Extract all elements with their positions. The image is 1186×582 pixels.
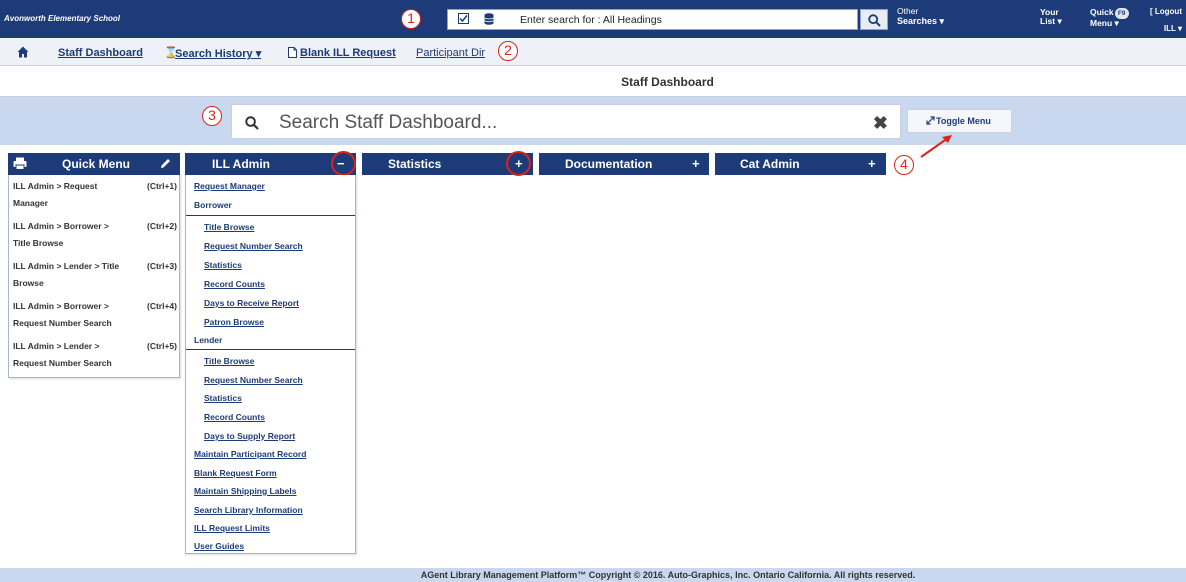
annotation-4: 4 [894, 155, 914, 175]
quick-menu-line2: Menu ▾ [1090, 18, 1119, 28]
link-patron-browse[interactable]: Patron Browse [204, 317, 264, 327]
nav-bar: Staff Dashboard ⌛ Search History ▾ Blank… [0, 38, 1186, 66]
top-bar: Avonworth Elementary School Enter search… [0, 0, 1186, 38]
print-icon[interactable] [13, 157, 27, 170]
shortcut-label: (Ctrl+4) [147, 301, 177, 311]
link-days-to-supply-report[interactable]: Days to Supply Report [204, 431, 295, 441]
divider [186, 349, 355, 350]
link-lender-request-number-search[interactable]: Request Number Search [204, 375, 303, 385]
logout-link[interactable]: [ Logout [1150, 3, 1182, 20]
divider [186, 215, 355, 216]
documentation-title: Documentation [565, 157, 653, 171]
nav-staff-dashboard[interactable]: Staff Dashboard [58, 47, 143, 59]
link-maintain-shipping-labels[interactable]: Maintain Shipping Labels [194, 486, 296, 496]
annotation-1: 1 [401, 9, 421, 29]
quick-menu-item-line2: Browse [13, 278, 44, 288]
quick-menu-item-line2: Request Number Search [13, 358, 112, 368]
nav-search-history[interactable]: Search History ▾ [175, 47, 261, 60]
staff-search-placeholder: Search Staff Dashboard... [279, 112, 498, 133]
link-maintain-participant-record[interactable]: Maintain Participant Record [194, 449, 306, 459]
edit-pencil-icon[interactable] [160, 158, 171, 169]
statistics-title: Statistics [388, 157, 442, 171]
quick-menu-item-line2: Title Browse [13, 238, 64, 248]
quick-menu-item[interactable]: ILL Admin > Request Manager (Ctrl+1) [13, 178, 177, 212]
link-borrower-statistics[interactable]: Statistics [204, 260, 242, 270]
search-icon [245, 116, 259, 130]
main-search-input[interactable]: Enter search for : All Headings [447, 9, 858, 30]
quick-menu-item-line2: Request Number Search [13, 318, 112, 328]
toggle-menu-label: Toggle Menu [936, 116, 991, 126]
nav-participant-dir[interactable]: Participant Dir [416, 47, 485, 59]
cat-admin-title: Cat Admin [740, 157, 800, 171]
link-borrower-request-number-search[interactable]: Request Number Search [204, 241, 303, 251]
your-list-line2: List ▾ [1040, 16, 1062, 26]
staff-search-input[interactable]: Search Staff Dashboard... ✖ [231, 104, 901, 139]
annotation-arrow [920, 135, 952, 158]
section-borrower: Borrower [194, 200, 232, 210]
quick-menu-item[interactable]: ILL Admin > Lender > Title Browse (Ctrl+… [13, 258, 177, 292]
documentation-header[interactable]: Documentation + [539, 153, 709, 175]
quick-menu-item[interactable]: ILL Admin > Borrower > Title Browse (Ctr… [13, 218, 177, 252]
link-borrower-title-browse[interactable]: Title Browse [204, 222, 254, 232]
annotation-circle-collapse [331, 151, 356, 176]
other-searches-menu[interactable]: Other Searches ▾ [897, 6, 944, 26]
other-searches-line2: Searches ▾ [897, 16, 945, 26]
nav-blank-ill-request[interactable]: Blank ILL Request [300, 47, 396, 59]
main-search-placeholder: Enter search for : All Headings [520, 14, 662, 26]
shortcut-label: (Ctrl+1) [147, 181, 177, 191]
link-days-to-receive-report[interactable]: Days to Receive Report [204, 298, 299, 308]
quick-menu-header: Quick Menu [8, 153, 180, 175]
ill-admin-list: Request Manager Borrower Title Browse Re… [185, 175, 356, 554]
link-lender-title-browse[interactable]: Title Browse [204, 356, 254, 366]
document-icon [288, 47, 297, 58]
link-lender-statistics[interactable]: Statistics [204, 393, 242, 403]
footer-copyright: AGent Library Management Platform™ Copyr… [420, 570, 916, 580]
shortcut-label: (Ctrl+3) [147, 261, 177, 271]
expand-icon[interactable]: + [868, 156, 876, 171]
school-name: Avonworth Elementary School [4, 14, 121, 23]
footer: AGent Library Management Platform™ Copyr… [0, 568, 1186, 582]
ill-admin-title: ILL Admin [212, 157, 270, 171]
link-search-library-information[interactable]: Search Library Information [194, 505, 303, 515]
link-borrower-record-counts[interactable]: Record Counts [204, 279, 265, 289]
quick-menu-dropdown[interactable]: Quick F9 Menu ▾ [1090, 8, 1129, 28]
annotation-2: 2 [498, 41, 518, 61]
app-root: Avonworth Elementary School Enter search… [0, 0, 1186, 582]
toggle-menu-button[interactable]: Toggle Menu [907, 109, 1012, 133]
search-icon [868, 14, 881, 27]
expand-arrows-icon [926, 116, 935, 125]
quick-menu-item[interactable]: ILL Admin > Borrower > Request Number Se… [13, 298, 177, 332]
other-searches-line1: Other [897, 6, 919, 16]
logout-area[interactable]: [ Logout ILL ▾ [1150, 3, 1182, 37]
clear-search-icon[interactable]: ✖ [873, 113, 888, 134]
annotation-circle-expand [506, 151, 531, 176]
your-list-menu[interactable]: Your List ▾ [1040, 8, 1062, 26]
quick-menu-item-line2: Manager [13, 198, 48, 208]
quick-menu-line1: Quick [1090, 7, 1114, 17]
link-user-guides[interactable]: User Guides [194, 541, 244, 551]
shortcut-label: (Ctrl+2) [147, 221, 177, 231]
search-button[interactable] [860, 9, 888, 30]
link-request-manager[interactable]: Request Manager [194, 181, 265, 191]
section-lender: Lender [194, 335, 223, 345]
user-menu[interactable]: ILL ▾ [1150, 20, 1182, 37]
quick-menu-title: Quick Menu [62, 157, 131, 171]
checkbox-list-icon[interactable] [458, 13, 469, 24]
cat-admin-header[interactable]: Cat Admin + [715, 153, 886, 175]
quick-menu-item[interactable]: ILL Admin > Lender > Request Number Sear… [13, 338, 177, 372]
page-title: Staff Dashboard [621, 75, 714, 89]
expand-icon[interactable]: + [692, 156, 700, 171]
quick-menu-list: ILL Admin > Request Manager (Ctrl+1) ILL… [8, 175, 180, 378]
link-lender-record-counts[interactable]: Record Counts [204, 412, 265, 422]
shortcut-label: (Ctrl+5) [147, 341, 177, 351]
annotation-3: 3 [202, 106, 222, 126]
database-icon[interactable] [484, 13, 494, 25]
home-icon[interactable] [17, 46, 29, 58]
link-blank-request-form[interactable]: Blank Request Form [194, 468, 277, 478]
link-ill-request-limits[interactable]: ILL Request Limits [194, 523, 270, 533]
